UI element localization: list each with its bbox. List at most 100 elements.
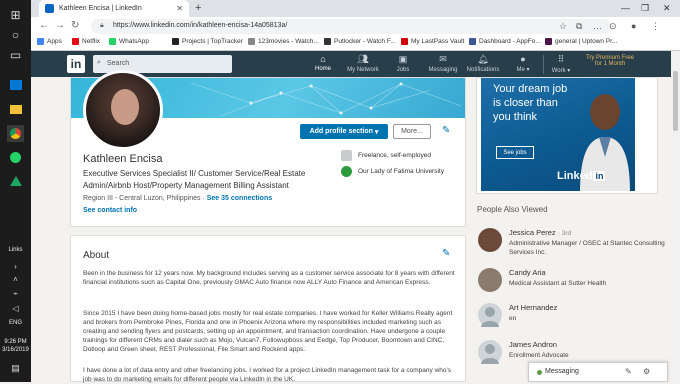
chat-icon: ✉ bbox=[439, 54, 447, 64]
start-icon[interactable]: ⊞ bbox=[7, 6, 24, 23]
nav-home[interactable]: ⌂ Home bbox=[301, 54, 345, 72]
bookmark-netflix[interactable]: Netflix bbox=[72, 38, 100, 45]
task-view-icon[interactable]: ▭ bbox=[7, 46, 24, 63]
close-tab-icon[interactable]: ✕ bbox=[176, 4, 183, 13]
avatar[interactable] bbox=[478, 340, 502, 364]
page-scrollbar[interactable] bbox=[671, 51, 680, 382]
new-tab-button[interactable]: + bbox=[195, 2, 201, 14]
about-paragraph: I have done a lot of data entry and othe… bbox=[83, 367, 451, 383]
nav-my-network[interactable]: 👥︎ My Network bbox=[341, 54, 385, 73]
page-icon bbox=[324, 38, 331, 45]
back-icon[interactable]: ← bbox=[39, 20, 49, 31]
clock-date[interactable]: 3/16/2019 bbox=[0, 347, 31, 353]
person-name[interactable]: Jessica Perez · 3rd bbox=[509, 228, 571, 237]
home-icon: ⌂ bbox=[320, 54, 326, 64]
default-avatar-icon bbox=[481, 344, 499, 364]
compose-icon[interactable]: ✎ bbox=[625, 367, 632, 376]
add-profile-section-button[interactable]: Add profile section ▾ bbox=[300, 124, 388, 139]
profile-name: Kathleen Encisa bbox=[83, 153, 163, 165]
volume-icon[interactable]: ◁ bbox=[7, 300, 24, 317]
minimize-icon[interactable]: — bbox=[621, 3, 630, 13]
bookmark-123movies[interactable]: 123movies - Watch... bbox=[248, 38, 319, 45]
lock-icon: 🔒︎ bbox=[100, 22, 104, 29]
drive-icon[interactable] bbox=[7, 172, 24, 189]
cortana-icon[interactable]: ○ bbox=[7, 26, 24, 43]
appfolio-icon bbox=[469, 38, 476, 45]
browser-chrome: Kathleen Encisa | LinkedIn ✕ + — ❐ ✕ ← →… bbox=[31, 0, 680, 51]
linkedin-logo-icon[interactable]: in bbox=[67, 55, 85, 73]
ad-banner: Your dream job is closer than you think … bbox=[481, 78, 635, 191]
people-icon: 👥︎ bbox=[357, 54, 369, 64]
more-button[interactable]: More... bbox=[393, 124, 431, 139]
nav-notifications[interactable]: 🔔︎ Notifications bbox=[461, 54, 505, 73]
browser-tab[interactable]: Kathleen Encisa | LinkedIn ✕ bbox=[39, 0, 189, 17]
notification-center-icon[interactable]: ▤ bbox=[7, 360, 24, 377]
person-name[interactable]: Art Hernandez bbox=[509, 303, 557, 312]
lastpass-icon bbox=[401, 38, 408, 45]
avatar[interactable] bbox=[478, 303, 502, 327]
messaging-bar[interactable]: Messaging ✎ ⚙ bbox=[528, 362, 668, 382]
forward-icon[interactable]: → bbox=[55, 20, 65, 31]
chrome-icon[interactable] bbox=[7, 125, 24, 142]
scrollbar-thumb[interactable] bbox=[673, 71, 678, 131]
menu-icon[interactable]: ⋮ bbox=[651, 21, 660, 32]
bookmark-apps[interactable]: Apps bbox=[37, 38, 62, 45]
slack-icon bbox=[545, 38, 552, 45]
url-text: https://www.linkedin.com/in/kathleen-enc… bbox=[113, 22, 288, 29]
bookmark-toptracker[interactable]: Projects | TopTracker bbox=[172, 38, 243, 45]
file-explorer-icon[interactable] bbox=[7, 101, 24, 118]
app-icon[interactable] bbox=[7, 76, 24, 93]
see-jobs-button[interactable]: See jobs bbox=[496, 146, 534, 159]
premium-link[interactable]: Try Premium Free for 1 Month bbox=[584, 55, 636, 67]
bookmark-putlocker[interactable]: Putlocker - Watch F... bbox=[324, 38, 396, 45]
profile-avatar-icon[interactable]: ● bbox=[631, 21, 636, 31]
bookmark-lastpass[interactable]: My LastPass Vault bbox=[401, 38, 464, 45]
about-title: About bbox=[83, 250, 110, 261]
avatar[interactable] bbox=[478, 228, 502, 252]
settings-gear-icon[interactable]: ⚙ bbox=[643, 367, 650, 376]
default-avatar-icon bbox=[481, 307, 499, 327]
close-window-icon[interactable]: ✕ bbox=[663, 3, 671, 14]
star-icon[interactable]: ☆ bbox=[559, 21, 567, 32]
links-label[interactable]: Links bbox=[0, 247, 31, 253]
tab-title: Kathleen Encisa | LinkedIn bbox=[59, 5, 142, 12]
person-name[interactable]: Candy Aria bbox=[509, 268, 546, 277]
current-company[interactable]: Freelance, self-employed bbox=[341, 150, 431, 161]
person-item[interactable]: Candy Aria Medical Assistant at Sutter H… bbox=[478, 268, 668, 300]
face bbox=[111, 89, 139, 125]
bell-icon: 🔔︎ bbox=[477, 54, 489, 64]
bookmark-whatsapp[interactable]: WhatsApp bbox=[109, 38, 149, 45]
language-indicator[interactable]: ENG bbox=[0, 320, 31, 326]
linkedin-ad[interactable]: Your dream job is closer than you think … bbox=[476, 77, 658, 194]
person-item[interactable]: Art Hernandez en bbox=[478, 303, 668, 335]
reload-icon[interactable]: ↻ bbox=[71, 20, 79, 31]
search-icon: ⌕ bbox=[97, 59, 101, 66]
avatar[interactable] bbox=[478, 268, 502, 292]
address-bar[interactable]: 🔒︎ https://www.linkedin.com/in/kathleen-… bbox=[91, 19, 611, 34]
extension-icon[interactable]: ⊙ bbox=[609, 21, 617, 32]
nav-work[interactable]: ⠿ Work ▾ bbox=[539, 54, 583, 74]
profile-photo[interactable] bbox=[83, 70, 163, 150]
edit-pencil-icon[interactable]: ✎ bbox=[442, 125, 450, 136]
edit-pencil-icon[interactable]: ✎ bbox=[442, 248, 450, 259]
connections-link[interactable]: See 35 connections bbox=[207, 195, 272, 202]
education-school[interactable]: Our Lady of Fatima University bbox=[341, 166, 444, 177]
messaging-label: Messaging bbox=[545, 368, 579, 375]
company-logo-icon bbox=[341, 150, 352, 161]
contact-info-link[interactable]: See contact info bbox=[83, 207, 137, 214]
person-item[interactable]: Jessica Perez · 3rd Administrative Manag… bbox=[478, 228, 668, 260]
whatsapp-icon bbox=[109, 38, 116, 45]
bookmark-slack[interactable]: general | Uptown Pr... bbox=[545, 38, 617, 45]
maximize-icon[interactable]: ❐ bbox=[641, 3, 649, 14]
ad-headline: Your dream job is closer than you think bbox=[493, 83, 568, 123]
person-title: en bbox=[509, 315, 517, 322]
extension-icon[interactable]: ⧉ bbox=[576, 21, 582, 32]
person-name[interactable]: James Andron bbox=[509, 340, 557, 349]
nav-messaging[interactable]: ✉ Messaging bbox=[421, 54, 465, 73]
apps-icon bbox=[37, 38, 44, 45]
whatsapp-icon[interactable] bbox=[7, 149, 24, 166]
lastpass-icon[interactable]: … bbox=[593, 21, 602, 31]
clock-time[interactable]: 9:26 PM bbox=[0, 339, 31, 345]
nav-jobs[interactable]: ▣ Jobs bbox=[381, 54, 425, 73]
bookmark-appfolio[interactable]: Dashboard - AppFo... bbox=[469, 38, 541, 45]
